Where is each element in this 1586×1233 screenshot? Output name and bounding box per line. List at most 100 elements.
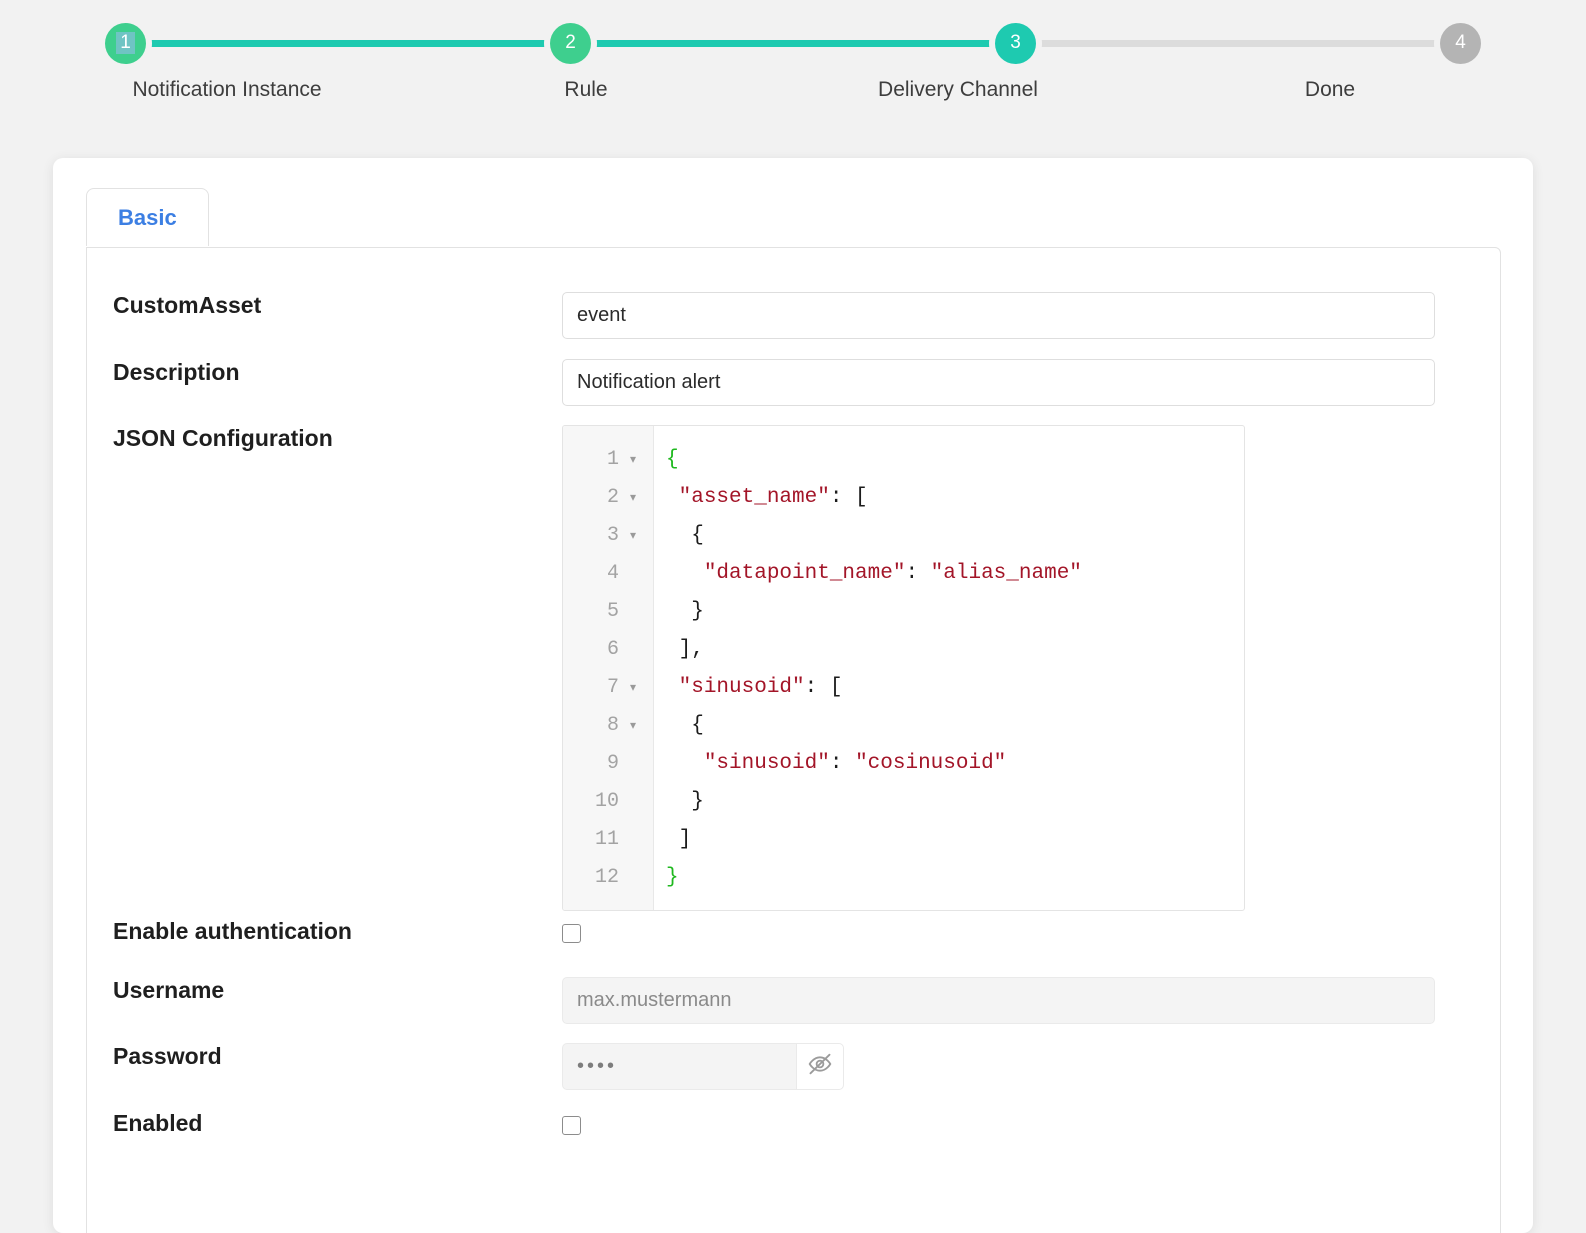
json-token-str: "cosinusoid": [855, 752, 1006, 775]
chevron-down-icon[interactable]: ▾: [625, 680, 641, 695]
step-2-number: 2: [565, 32, 576, 54]
enabled-control: [562, 1110, 1500, 1135]
json-token-punc: }: [666, 790, 704, 813]
chevron-down-icon[interactable]: ▾: [625, 490, 641, 505]
json-token-punc: :: [905, 562, 930, 585]
tab-basic[interactable]: Basic: [86, 188, 209, 246]
field-row-custom-asset: CustomAsset event: [87, 292, 1500, 339]
stepper-labels: Notification Instance Rule Delivery Chan…: [0, 78, 1586, 108]
username-input[interactable]: max.mustermann: [562, 977, 1435, 1024]
custom-asset-control: event: [562, 292, 1500, 339]
json-line-number: 4▾: [563, 554, 653, 592]
step-2-circle[interactable]: 2: [550, 23, 591, 64]
line-number-value: 3: [607, 524, 619, 547]
json-token-punc: :: [830, 752, 855, 775]
username-control: max.mustermann: [562, 977, 1500, 1024]
step-1-label: Notification Instance: [132, 78, 321, 102]
step-3[interactable]: 3: [995, 23, 1036, 64]
json-token-str: "alias_name": [931, 562, 1082, 585]
json-code-line: "sinusoid": [: [666, 668, 1244, 706]
custom-asset-input[interactable]: event: [562, 292, 1435, 339]
line-number-value: 10: [595, 790, 619, 813]
field-row-description: Description Notification alert: [87, 359, 1500, 406]
line-number-value: 12: [595, 866, 619, 889]
json-token-brace: }: [666, 866, 679, 889]
step-3-label: Delivery Channel: [878, 78, 1038, 102]
json-token-punc: : [: [805, 676, 843, 699]
json-code-line: {: [666, 706, 1244, 744]
step-2-label: Rule: [564, 78, 607, 102]
json-editor[interactable]: 1▾2▾3▾4▾5▾6▾7▾8▾9▾10▾11▾12▾ { "asset_nam…: [562, 425, 1245, 911]
chevron-down-icon[interactable]: ▾: [625, 528, 641, 543]
password-input-group: ••••: [562, 1043, 1500, 1090]
connector-1-2: [146, 40, 550, 47]
eye-off-icon: [807, 1051, 833, 1082]
json-line-number: 8▾: [563, 706, 653, 744]
line-number-value: 6: [607, 638, 619, 661]
field-row-json-configuration: JSON Configuration 1▾2▾3▾4▾5▾6▾7▾8▾9▾10▾…: [87, 425, 1500, 911]
json-token-punc: [666, 752, 704, 775]
password-label: Password: [87, 1043, 562, 1070]
step-4-label: Done: [1305, 78, 1355, 102]
step-3-circle[interactable]: 3: [995, 23, 1036, 64]
custom-asset-label: CustomAsset: [87, 292, 562, 319]
line-number-value: 5: [607, 600, 619, 623]
step-4-circle[interactable]: 4: [1440, 23, 1481, 64]
json-token-str: "sinusoid": [704, 752, 830, 775]
json-line-number: 12▾: [563, 858, 653, 896]
json-token-punc: ]: [666, 828, 691, 851]
json-line-number: 6▾: [563, 630, 653, 668]
line-number-value: 7: [607, 676, 619, 699]
json-code-line: "asset_name": [: [666, 478, 1244, 516]
json-code-line: {: [666, 440, 1244, 478]
password-input[interactable]: ••••: [562, 1043, 796, 1090]
tab-bar: Basic: [86, 188, 1533, 248]
json-token-punc: : [: [830, 486, 868, 509]
line-number-value: 1: [607, 448, 619, 471]
password-visibility-toggle[interactable]: [796, 1043, 844, 1090]
json-line-number: 7▾: [563, 668, 653, 706]
wizard-stepper: 1 2 3 4 Notification Instance Rule Deliv…: [0, 0, 1586, 125]
enable-authentication-checkbox[interactable]: [562, 924, 581, 943]
username-label: Username: [87, 977, 562, 1004]
connector-3-4: [1036, 40, 1440, 47]
json-code-line: "sinusoid": "cosinusoid": [666, 744, 1244, 782]
basic-form-panel: CustomAsset event Description Notificati…: [86, 247, 1501, 1233]
chevron-down-icon[interactable]: ▾: [625, 452, 641, 467]
json-token-str: "datapoint_name": [704, 562, 906, 585]
step-2[interactable]: 2: [550, 23, 591, 64]
json-configuration-label: JSON Configuration: [87, 425, 562, 452]
json-line-number: 2▾: [563, 478, 653, 516]
json-token-str: "sinusoid": [679, 676, 805, 699]
description-input[interactable]: Notification alert: [562, 359, 1435, 406]
json-line-number: 9▾: [563, 744, 653, 782]
json-editor-code[interactable]: { "asset_name": [ { "datapoint_name": "a…: [654, 426, 1244, 910]
enabled-checkbox[interactable]: [562, 1116, 581, 1135]
step-1-circle[interactable]: 1: [105, 23, 146, 64]
chevron-down-icon[interactable]: ▾: [625, 718, 641, 733]
json-token-str: "asset_name": [679, 486, 830, 509]
step-4[interactable]: 4: [1440, 23, 1481, 64]
connector-2-3: [591, 40, 995, 47]
json-token-punc: {: [666, 524, 704, 547]
line-number-value: 11: [595, 828, 619, 851]
step-1[interactable]: 1: [105, 23, 146, 64]
step-1-number: 1: [116, 32, 135, 54]
json-code-line: ]: [666, 820, 1244, 858]
json-code-line: }: [666, 592, 1244, 630]
field-row-enabled: Enabled: [87, 1110, 1500, 1137]
field-row-username: Username max.mustermann: [87, 977, 1500, 1024]
json-code-line: }: [666, 858, 1244, 896]
json-line-number: 5▾: [563, 592, 653, 630]
field-row-password: Password ••••: [87, 1043, 1500, 1090]
json-code-line: ],: [666, 630, 1244, 668]
json-line-number: 11▾: [563, 820, 653, 858]
json-configuration-control: 1▾2▾3▾4▾5▾6▾7▾8▾9▾10▾11▾12▾ { "asset_nam…: [562, 425, 1500, 911]
json-token-punc: [666, 562, 704, 585]
json-token-punc: {: [666, 714, 704, 737]
json-editor-gutter: 1▾2▾3▾4▾5▾6▾7▾8▾9▾10▾11▾12▾: [563, 426, 654, 910]
json-code-line: "datapoint_name": "alias_name": [666, 554, 1244, 592]
json-code-line: {: [666, 516, 1244, 554]
json-line-number: 1▾: [563, 440, 653, 478]
json-token-punc: }: [666, 600, 704, 623]
